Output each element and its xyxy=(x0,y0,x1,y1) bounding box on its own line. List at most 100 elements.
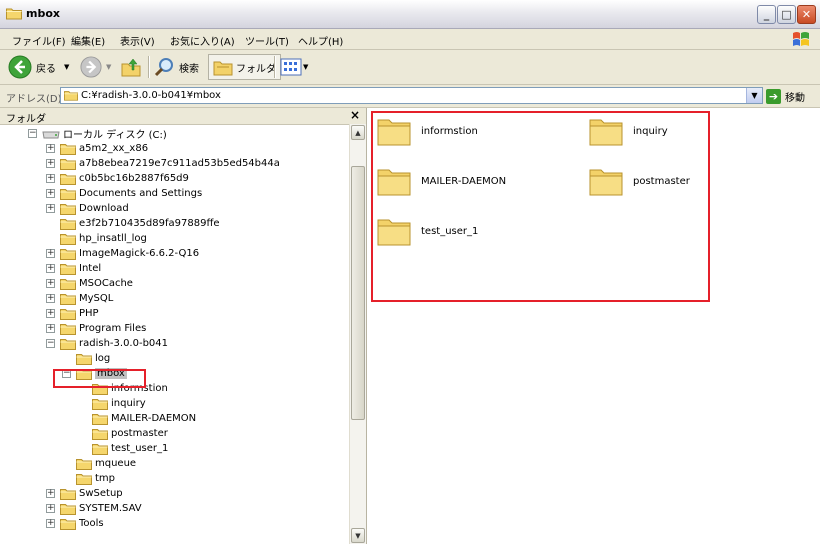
tree-item[interactable]: + Documents and Settings xyxy=(46,186,202,201)
title-bar[interactable]: mbox _ □ ✕ xyxy=(0,0,820,29)
forward-button[interactable]: ▼ xyxy=(80,54,111,80)
expand-icon[interactable]: + xyxy=(46,504,55,513)
maximize-button[interactable]: □ xyxy=(777,5,796,24)
expand-icon[interactable]: + xyxy=(46,279,55,288)
folder-icon xyxy=(60,173,76,185)
menu-favorites[interactable]: お気に入り(A) xyxy=(170,33,235,48)
folder-icon xyxy=(60,278,76,290)
address-input[interactable]: C:¥radish-3.0.0-b041¥mbox ▼ xyxy=(60,87,763,104)
back-dropdown-icon[interactable]: ▼ xyxy=(64,63,69,71)
tree-item[interactable]: + SYSTEM.SAV xyxy=(46,501,142,516)
tree-item[interactable]: − radish-3.0.0-b041 xyxy=(46,336,168,351)
tree-item[interactable]: mqueue xyxy=(62,456,136,471)
menu-tools[interactable]: ツール(T) xyxy=(245,33,289,48)
views-button[interactable]: ▼ xyxy=(280,54,308,80)
tree-item-label: inquiry xyxy=(111,398,146,409)
expand-icon[interactable]: + xyxy=(46,174,55,183)
expand-icon[interactable]: + xyxy=(46,189,55,198)
menu-help[interactable]: ヘルプ(H) xyxy=(298,33,343,48)
go-arrow-icon: ➔ xyxy=(766,88,781,104)
scroll-up-button[interactable]: ▲ xyxy=(351,125,365,140)
search-button[interactable]: 検索 xyxy=(154,54,199,80)
tree-item-label: a7b8ebea7219e7c911ad53b5ed54b44a xyxy=(79,158,280,169)
tree-item-label: mqueue xyxy=(95,458,137,469)
expand-icon[interactable]: + xyxy=(46,144,55,153)
tree-item-label: SYSTEM.SAV xyxy=(79,503,142,514)
expand-icon[interactable]: + xyxy=(46,294,55,303)
tree-item[interactable]: log xyxy=(62,351,110,366)
tree-item[interactable]: e3f2b710435d89fa97889ffe xyxy=(46,216,220,231)
folder-icon xyxy=(92,413,108,425)
folder-icon xyxy=(92,398,108,410)
close-button[interactable]: ✕ xyxy=(797,5,816,24)
tree-item[interactable]: + ImageMagick-6.6.2-Q16 xyxy=(46,246,199,261)
minimize-button[interactable]: _ xyxy=(757,5,776,24)
tree-item[interactable]: + a7b8ebea7219e7c911ad53b5ed54b44a xyxy=(46,156,280,171)
tree-item[interactable]: + c0b5bc16b2887f65d9 xyxy=(46,171,189,186)
expand-icon[interactable]: + xyxy=(46,324,55,333)
expand-icon[interactable]: + xyxy=(46,159,55,168)
folder-icon xyxy=(60,203,76,215)
folder-icon xyxy=(76,353,92,365)
expand-icon[interactable]: + xyxy=(46,204,55,213)
search-icon xyxy=(154,58,173,77)
views-icon xyxy=(280,58,302,76)
scroll-thumb[interactable] xyxy=(351,166,365,420)
expand-icon[interactable]: + xyxy=(46,489,55,498)
go-button[interactable]: ➔ 移動 xyxy=(766,88,805,104)
folder-icon xyxy=(60,338,76,350)
tree-item-label: tmp xyxy=(95,473,116,484)
tree-item-label: hp_insatll_log xyxy=(79,233,147,244)
tree-item[interactable]: + MSOCache xyxy=(46,276,133,291)
folders-button[interactable]: フォルダ xyxy=(208,54,281,80)
tree-item[interactable]: test_user_1 xyxy=(78,441,168,456)
menu-view[interactable]: 表示(V) xyxy=(120,33,155,48)
tree-item[interactable]: + Intel xyxy=(46,261,101,276)
tree-item-label: c0b5bc16b2887f65d9 xyxy=(79,173,189,184)
forward-dropdown-icon[interactable]: ▼ xyxy=(106,63,111,71)
menu-edit[interactable]: 編集(E) xyxy=(71,33,105,48)
tree-item-label: PHP xyxy=(79,308,99,319)
tree-item[interactable]: postmaster xyxy=(78,426,168,441)
tree-item[interactable]: + Program Files xyxy=(46,321,146,336)
tree-item[interactable]: + a5m2_xx_x86 xyxy=(46,141,148,156)
toolbar-separator xyxy=(148,56,150,78)
tree-item-label: Program Files xyxy=(79,323,147,334)
tree-item[interactable]: tmp xyxy=(62,471,115,486)
highlight-box-content xyxy=(371,111,710,302)
tree-item[interactable]: + Tools xyxy=(46,516,104,531)
folder-icon xyxy=(76,458,92,470)
address-label: アドレス(D) xyxy=(6,94,62,105)
tree-item[interactable]: + SwSetup xyxy=(46,486,123,501)
collapse-icon[interactable]: − xyxy=(28,129,37,138)
tree-item[interactable]: hp_insatll_log xyxy=(46,231,147,246)
content-pane: informstion inquiry MAILER-DAEMON postma… xyxy=(367,108,820,544)
collapse-icon[interactable]: − xyxy=(46,339,55,348)
views-dropdown-icon[interactable]: ▼ xyxy=(303,63,308,71)
back-button[interactable]: 戻る ▼ xyxy=(8,54,69,80)
folder-icon xyxy=(60,143,76,155)
tree-item-root[interactable]: − ローカル ディスク (C:) xyxy=(28,126,167,141)
tree-item[interactable]: + PHP xyxy=(46,306,99,321)
folder-icon xyxy=(60,518,76,530)
menu-bar: ファイル(F) 編集(E) 表示(V) お気に入り(A) ツール(T) ヘルプ(… xyxy=(0,29,820,50)
tree-item[interactable]: MAILER-DAEMON xyxy=(78,411,196,426)
address-dropdown-button[interactable]: ▼ xyxy=(746,88,762,103)
menu-file[interactable]: ファイル(F) xyxy=(12,33,66,48)
folder-pane-header: フォルダ × xyxy=(0,108,366,125)
up-folder-button[interactable] xyxy=(120,54,142,80)
tree-item-label: MSOCache xyxy=(79,278,133,289)
scroll-down-button[interactable]: ▼ xyxy=(351,528,365,543)
tree-scrollbar[interactable]: ▲ ▼ xyxy=(349,124,366,544)
tree-item[interactable]: + MySQL xyxy=(46,291,113,306)
expand-icon[interactable]: + xyxy=(46,264,55,273)
expand-icon[interactable]: + xyxy=(46,309,55,318)
expand-icon[interactable]: + xyxy=(46,519,55,528)
folder-pane-close-button[interactable]: × xyxy=(350,108,360,122)
tree-item-label: ImageMagick-6.6.2-Q16 xyxy=(79,248,200,259)
toolbar-separator xyxy=(274,56,276,78)
folder-pane-title: フォルダ xyxy=(6,114,46,125)
tree-item[interactable]: inquiry xyxy=(78,396,146,411)
tree-item[interactable]: + Download xyxy=(46,201,129,216)
expand-icon[interactable]: + xyxy=(46,249,55,258)
